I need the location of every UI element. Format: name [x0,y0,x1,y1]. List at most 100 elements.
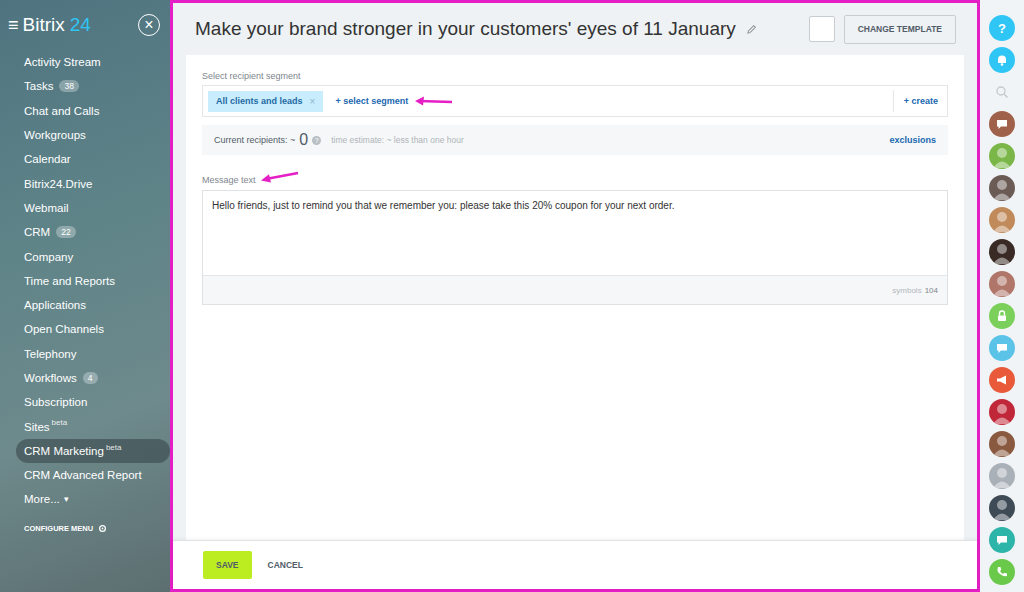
segment-tag[interactable]: All clients and leads × [208,91,323,112]
avatar-icon[interactable] [989,207,1015,233]
create-link[interactable]: + create [904,96,938,106]
sidebar-item[interactable]: Calendar [0,147,170,171]
sidebar-item-label: Webmail [24,202,69,214]
configure-menu-label: CONFIGURE MENU [24,524,93,533]
panel-body: Select recipient segmentAll clients and … [173,55,977,540]
form-card: Select recipient segmentAll clients and … [186,55,964,540]
sidebar-item[interactable]: Applications [0,293,170,317]
sidebar-item[interactable]: Telephony [0,342,170,366]
lock-glyph-icon [995,309,1009,323]
close-button[interactable]: × [138,14,160,36]
sidebar-item-label: Tasks [24,80,53,92]
avatar-icon[interactable] [989,495,1015,521]
message-text[interactable]: Hello friends, just to remind you that w… [203,191,947,275]
avatar-icon[interactable] [989,175,1015,201]
counter-badge: 4 [83,372,98,384]
sidebar-item[interactable]: Sitesbeta [0,414,170,438]
person-glyph-icon [989,431,1015,457]
sidebar-item-label: Subscription [24,396,87,408]
sidebar-item-label: Sites [24,421,50,433]
segment-field[interactable]: All clients and leads × + select segment + … [202,85,948,117]
sidebar-menu: Activity Stream Tasks38 Chat and Calls Work… [0,50,170,512]
chat-icon[interactable] [989,335,1015,361]
logo[interactable]: ≡Bitrix24 [8,14,91,36]
help-icon[interactable]: ? [312,136,321,145]
sidebar-item[interactable]: Company [0,244,170,268]
configure-menu[interactable]: CONFIGURE MENU [0,524,170,533]
sidebar-item[interactable]: Webmail [0,196,170,220]
sidebar-item[interactable]: Tasks38 [0,74,170,98]
logo-number: 24 [70,14,91,36]
sidebar-item-label: Calendar [24,153,71,165]
sidebar-item-label: Applications [24,299,86,311]
phone-icon[interactable] [989,559,1015,585]
symbols-label: symbols [892,286,921,295]
sidebar-item[interactable]: CRM Marketingbeta [16,439,170,463]
sidebar-item-label: More... [24,493,60,505]
gear-icon [98,524,107,533]
sidebar-item[interactable]: CRM 22 [0,220,170,244]
page-title: Make your brand stronger in your custome… [195,18,736,40]
avatar-icon[interactable] [989,463,1015,489]
sidebar-item-label: Open Channels [24,323,104,335]
person-glyph-icon [989,495,1015,521]
megaphone-icon[interactable] [989,367,1015,393]
person-glyph-icon [989,271,1015,297]
chat-glyph-icon [995,117,1009,131]
person-glyph-icon [989,207,1015,233]
counter-badge: 22 [56,226,75,238]
lock-icon[interactable] [989,303,1015,329]
sidebar: ≡Bitrix24 × Activity Stream Tasks38 Chat and… [0,0,170,592]
logo-text: Bitrix [23,14,65,36]
sidebar-item[interactable]: Chat and Calls [0,99,170,123]
sidebar-item[interactable]: CRM Advanced Report [0,463,170,487]
segment-tag-label: All clients and leads [216,96,303,106]
sidebar-item-label: Chat and Calls [24,105,99,117]
help-label: ? [998,21,1006,36]
annotation-arrow-icon [414,95,454,107]
sidebar-item[interactable]: Subscription [0,390,170,414]
recipients-count: 0 [299,131,308,149]
recipients-label: Current recipients: ~ [214,135,295,145]
search-icon[interactable] [989,79,1015,105]
pencil-icon[interactable] [746,24,757,35]
sidebar-item[interactable]: Time and Reports [0,269,170,293]
sidebar-item[interactable]: Activity Stream [0,50,170,74]
sidebar-item-label: CRM Advanced Report [24,469,142,481]
remove-icon[interactable]: × [310,96,316,107]
sidebar-item-label: Telephony [24,348,76,360]
help-icon[interactable]: ? [989,15,1015,41]
avatar-icon[interactable] [989,431,1015,457]
sidebar-item[interactable]: Workflows4 [0,366,170,390]
sidebar-item-label: Activity Stream [24,56,101,68]
sidebar-item[interactable]: Workgroups [0,123,170,147]
color-box[interactable] [809,16,835,42]
symbols-count: 104 [925,286,938,295]
sidebar-item[interactable]: Bitrix24.Drive [0,171,170,195]
sidebar-item[interactable]: More... ▾ [0,487,170,511]
avatar-icon[interactable] [989,271,1015,297]
save-button[interactable]: SAVE [203,551,252,579]
sidebar-item[interactable]: Open Channels [0,317,170,341]
bell-icon[interactable] [989,47,1015,73]
group-icon[interactable] [989,143,1015,169]
sidebar-item-label: Bitrix24.Drive [24,178,92,190]
message-field[interactable]: Hello friends, just to remind you that w… [202,190,948,305]
cancel-button[interactable]: CANCEL [262,559,309,571]
select-segment-link[interactable]: + select segment [335,96,408,106]
sidebar-item-label: CRM [24,226,50,238]
editor-panel: Make your brand stronger in your custome… [170,0,980,592]
time-estimate: time estimate: ~ less than one hour [331,135,464,145]
exclusions-link[interactable]: exclusions [889,135,936,145]
chat-icon[interactable] [989,111,1015,137]
change-template-button[interactable]: CHANGE TEMPLATE [844,15,956,44]
chat-icon[interactable] [989,527,1015,553]
dropdown-arrow: ▾ [64,494,69,504]
chat-glyph-icon [995,341,1009,355]
avatar-icon[interactable] [989,239,1015,265]
menu-icon[interactable]: ≡ [8,15,19,36]
avatar-icon[interactable] [989,399,1015,425]
megaphone-glyph-icon [995,373,1009,387]
panel-footer: SAVE CANCEL [173,540,977,589]
message-label: Message text [202,175,256,185]
